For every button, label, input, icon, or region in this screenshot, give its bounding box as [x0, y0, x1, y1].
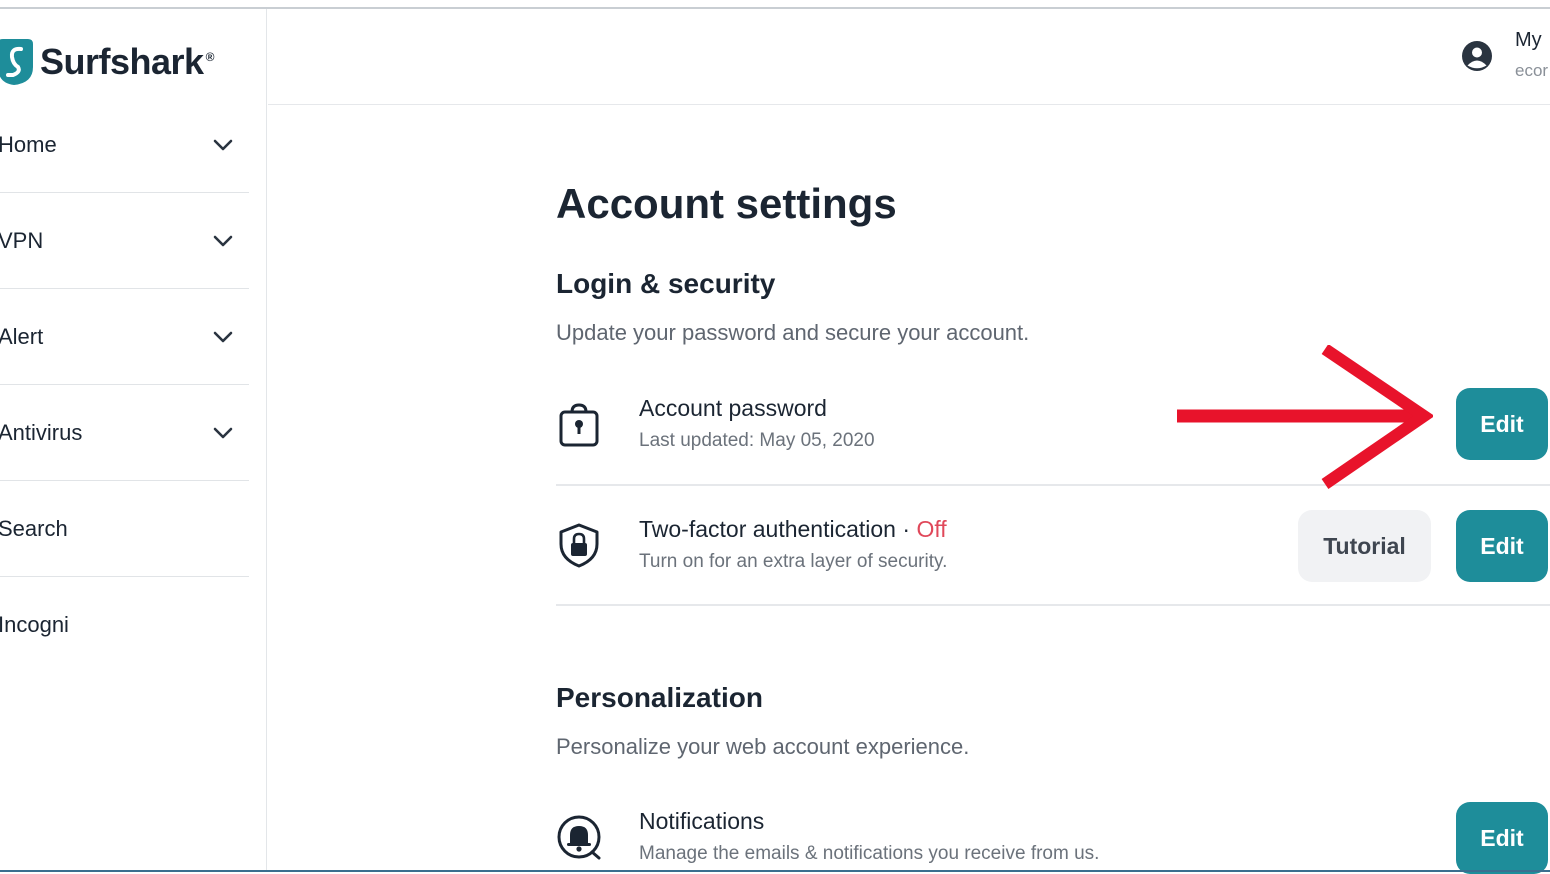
sidebar-item-search[interactable]: Search: [0, 481, 249, 577]
notifications-row: Notifications Manage the emails & notifi…: [556, 798, 1550, 872]
sidebar-item-label: Alert: [0, 323, 44, 349]
chevron-down-icon: [213, 139, 233, 150]
chevron-down-icon: [213, 331, 233, 342]
window-top-edge: [0, 0, 1550, 9]
sidebar-item-antivirus[interactable]: Antivirus: [0, 385, 249, 481]
section-title-personalization: Personalization: [556, 682, 763, 713]
section-title-login-security: Login & security: [556, 268, 776, 299]
sidebar: Surfshark ® Home VPN Alert Antivirus Sear…: [0, 9, 267, 872]
sidebar-item-alert[interactable]: Alert: [0, 289, 249, 385]
account-password-edit-button[interactable]: Edit: [1456, 388, 1548, 460]
two-factor-title: Two-factor authentication: [639, 516, 896, 542]
user-menu-label[interactable]: My: [1515, 29, 1542, 52]
sidebar-item-home[interactable]: Home: [0, 97, 249, 193]
sidebar-item-label: VPN: [0, 227, 44, 253]
chevron-down-icon: [213, 235, 233, 246]
row-divider: [556, 604, 1550, 606]
row-title: Account password: [639, 395, 827, 421]
user-email: ecor: [1515, 61, 1549, 80]
row-subtitle: Last updated: May 05, 2020: [639, 430, 875, 451]
status-badge: Off: [916, 516, 947, 542]
lock-bag-icon: [559, 403, 599, 447]
chevron-down-icon: [213, 427, 233, 438]
two-factor-tutorial-button[interactable]: Tutorial: [1298, 510, 1431, 582]
page-title: Account settings: [556, 180, 897, 227]
sidebar-item-label: Antivirus: [0, 419, 83, 445]
row-title: Notifications: [639, 808, 765, 834]
notifications-edit-button[interactable]: Edit: [1456, 802, 1548, 874]
separator-dot: ·: [902, 516, 911, 542]
row-subtitle: Turn on for an extra layer of security.: [639, 551, 948, 572]
sidebar-nav: Home VPN Alert Antivirus Search Incogni: [0, 97, 249, 673]
top-header: My ecor: [268, 9, 1550, 105]
red-arrow-annotation: [1177, 345, 1433, 489]
sidebar-item-label: Home: [0, 131, 57, 157]
surfshark-logo-icon: [0, 39, 33, 85]
account-circle-icon[interactable]: [1461, 40, 1493, 72]
brand-name: Surfshark ®: [40, 41, 214, 82]
sidebar-item-label: Search: [0, 515, 68, 541]
section-description: Personalize your web account experience.: [556, 734, 970, 759]
section-description: Update your password and secure your acc…: [556, 320, 1030, 345]
shield-lock-icon: [559, 523, 599, 568]
surfshark-logo[interactable]: Surfshark ®: [0, 34, 214, 90]
sidebar-item-incogni[interactable]: Incogni: [0, 577, 249, 673]
row-subtitle: Manage the emails & notifications you re…: [639, 843, 1100, 864]
two-factor-edit-button[interactable]: Edit: [1456, 510, 1548, 582]
sidebar-item-label: Incogni: [0, 612, 69, 637]
bell-icon: [557, 815, 601, 860]
sidebar-item-vpn[interactable]: VPN: [0, 193, 249, 289]
row-title: Two-factor authentication · Off: [639, 516, 947, 543]
